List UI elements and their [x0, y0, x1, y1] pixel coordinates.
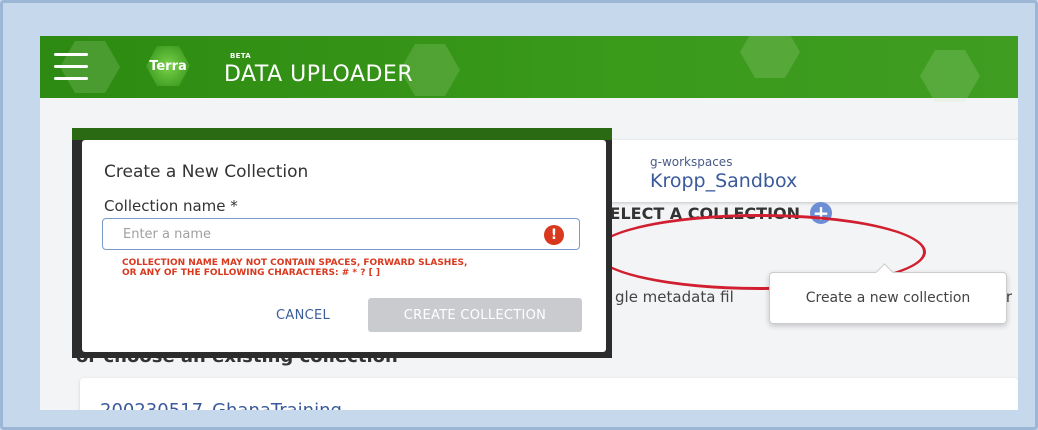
terra-logo: Terra — [146, 46, 190, 86]
modal-title: Create a New Collection — [104, 162, 309, 182]
tooltip-text: Create a new collection — [805, 290, 971, 306]
workspace-card[interactable]: g-workspaces Kropp_Sandbox — [580, 140, 1018, 202]
validation-error: COLLECTION NAME MAY NOT CONTAIN SPACES, … — [122, 258, 468, 278]
create-collection-modal: Create a New Collection Collection name … — [82, 140, 606, 352]
collection-name: 200230517_GhanaTraining — [100, 400, 342, 410]
create-collection-button[interactable]: CREATE COLLECTION — [368, 298, 582, 332]
exclamation-icon: ! — [544, 225, 564, 245]
app-header: Terra BETA DATA UPLOADER — [40, 36, 1018, 102]
hamburger-icon[interactable] — [54, 53, 88, 81]
beta-badge: BETA — [230, 52, 251, 60]
list-item[interactable]: 200230517_GhanaTraining — [80, 378, 1018, 410]
app-title: DATA UPLOADER — [224, 62, 414, 87]
modal-backdrop-header — [72, 128, 612, 140]
collection-name-label: Collection name * — [104, 197, 238, 215]
workspace-name: Kropp_Sandbox — [650, 170, 798, 192]
create-collection-tooltip[interactable]: Create a new collection — [769, 272, 1007, 324]
cancel-button[interactable]: CANCEL — [276, 308, 330, 323]
metadata-text: gle metadata fil — [615, 288, 734, 306]
collection-name-input[interactable] — [102, 218, 580, 250]
workspace-namespace: g-workspaces — [650, 155, 733, 169]
